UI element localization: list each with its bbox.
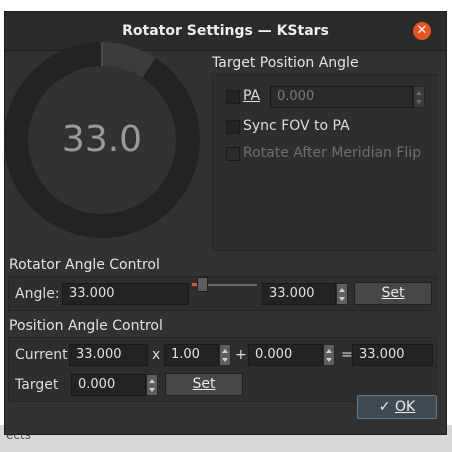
sync-fov-label: Sync FOV to PA [243, 118, 350, 134]
pa-input[interactable]: 0.000 [270, 86, 413, 108]
target-pa-title: Target Position Angle [212, 55, 359, 71]
offset-spinner[interactable] [323, 344, 335, 366]
angle-slider-handle[interactable] [197, 277, 208, 292]
window-title: Rotator Settings — KStars [122, 23, 329, 39]
multiplier-spinner[interactable] [219, 344, 231, 366]
result-field[interactable]: 33.000 [352, 344, 433, 366]
pa-label: PA [243, 88, 261, 104]
close-icon[interactable]: ✕ [413, 22, 431, 40]
plus-sign: + [235, 347, 247, 363]
current-label: Current [15, 347, 68, 363]
ok-label: OK [394, 399, 416, 415]
set-angle-button[interactable]: Set [354, 282, 432, 305]
target-label: Target [15, 377, 59, 393]
multiplier-input[interactable]: 1.00 [164, 344, 219, 366]
angle-spinner[interactable] [336, 283, 348, 305]
equals-sign: = [341, 347, 353, 363]
meridian-flip-checkbox[interactable] [226, 147, 240, 161]
angle-input[interactable]: 33.000 [62, 283, 189, 305]
pa-spinner[interactable] [413, 86, 425, 108]
pa-checkbox[interactable] [226, 90, 240, 104]
position-title: Position Angle Control [9, 318, 163, 334]
gauge-value: 33.0 [61, 119, 143, 160]
angle-label: Angle: [15, 286, 60, 302]
target-input[interactable]: 0.000 [71, 374, 146, 396]
set-target-button[interactable]: Set [165, 373, 243, 396]
target-spinner[interactable] [146, 374, 158, 396]
times-sign: x [152, 347, 161, 363]
set-target-label: Set [192, 376, 216, 392]
ok-button[interactable]: ✓ OK [357, 395, 437, 419]
meridian-flip-label: Rotate After Meridian Flip [243, 145, 422, 161]
angle-spinbox[interactable]: 33.000 [262, 283, 336, 305]
rotator-title: Rotator Angle Control [9, 257, 160, 273]
current-input[interactable]: 33.000 [69, 344, 148, 366]
set-angle-label: Set [381, 285, 405, 301]
sync-fov-checkbox[interactable] [226, 120, 240, 134]
offset-input[interactable]: 0.000 [248, 344, 323, 366]
checkmark-icon: ✓ [378, 399, 391, 415]
